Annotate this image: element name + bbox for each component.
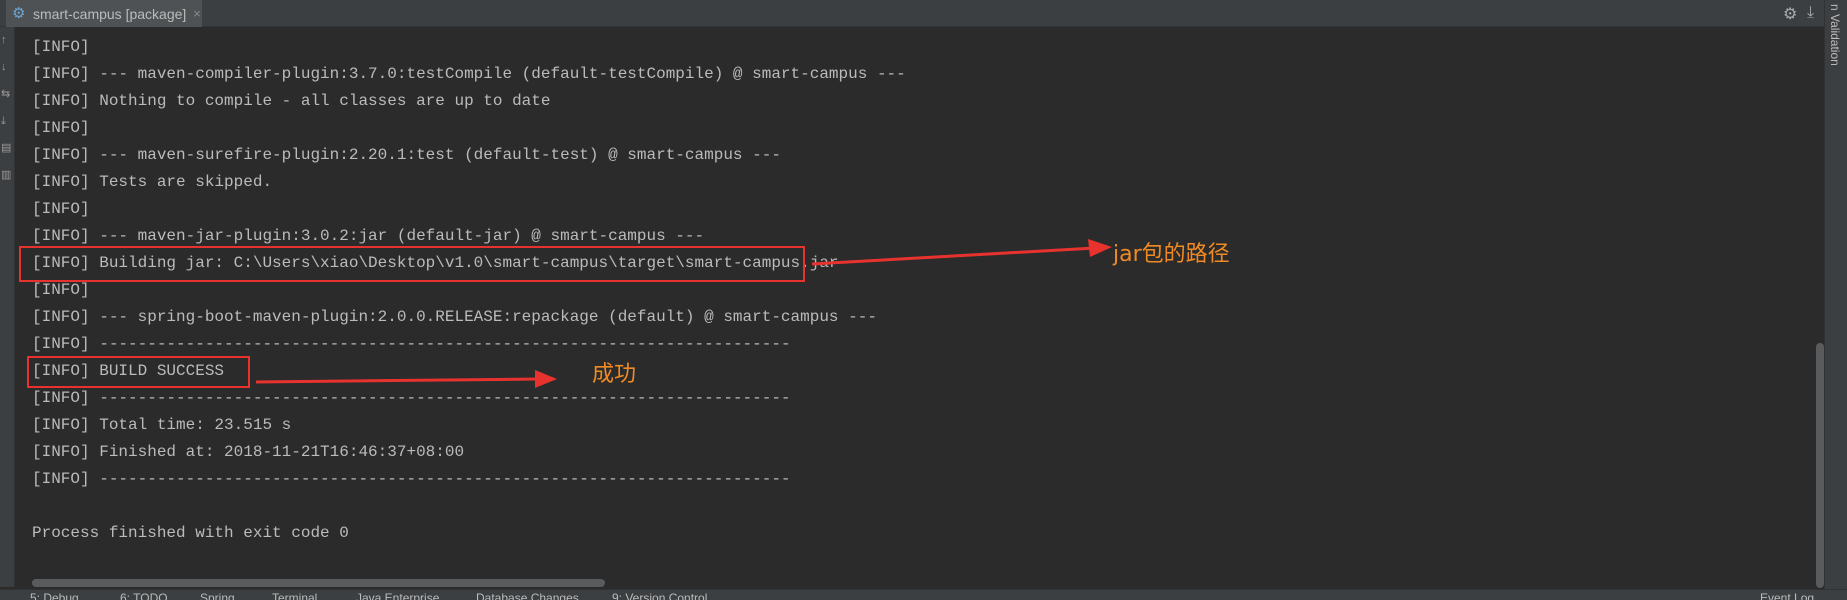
tab-smart-campus-package[interactable]: ⚙ smart-campus [package] ×: [6, 0, 202, 27]
tab-title: smart-campus [package]: [33, 5, 187, 22]
wrap-icon[interactable]: ⇆: [1, 89, 12, 100]
build-success-highlight: [27, 356, 250, 388]
status-bar: 5: Debug 6: TODO Spring Terminal Java Enterp…: [0, 589, 1847, 600]
console-line: [INFO]: [32, 200, 90, 218]
console-line: [INFO] ---------------------------------…: [32, 470, 791, 488]
console-line: [INFO] --- spring-boot-maven-plugin:2.0.…: [32, 308, 877, 326]
console-line: [INFO] Tests are skipped.: [32, 173, 273, 191]
left-toolbar: ↑ ↓ ⇆ ⤓ ▤ ▥: [0, 27, 15, 587]
down-arrow-icon[interactable]: ↓: [1, 62, 12, 73]
jar-path-annotation: jar包的路径: [1113, 242, 1230, 267]
jar-path-highlight: [19, 246, 805, 282]
scroll-to-end-icon[interactable]: ⤓: [1, 116, 12, 127]
console-line: [INFO] ---------------------------------…: [32, 335, 791, 353]
console-line: [INFO]: [32, 38, 90, 56]
success-annotation: 成功: [592, 362, 637, 387]
hide-icon[interactable]: ⤓: [1807, 4, 1814, 22]
vertical-scrollbar[interactable]: [1816, 343, 1824, 588]
console-output: [INFO] [INFO] --- maven-compiler-plugin:3…: [32, 34, 906, 547]
console-line: [INFO] Nothing to compile - all classes …: [32, 92, 551, 110]
tool-window-tabbar: ⚙ smart-campus [package] × ⚙ ⤓: [0, 0, 1847, 27]
horizontal-scrollbar[interactable]: [32, 579, 605, 587]
console-line: [INFO] --- maven-compiler-plugin:3.7.0:t…: [32, 65, 906, 83]
console-line: [INFO] --- maven-surefire-plugin:2.20.1:…: [32, 146, 781, 164]
gear-icon: ⚙: [12, 4, 26, 22]
console-line: [INFO] Finished at: 2018-11-21T16:46:37+…: [32, 443, 465, 461]
settings-icon[interactable]: ⚙: [1783, 4, 1797, 24]
up-arrow-icon[interactable]: ↑: [1, 35, 12, 46]
trash-icon[interactable]: ▥: [1, 170, 12, 181]
console-line: [INFO] ---------------------------------…: [32, 389, 791, 407]
close-icon[interactable]: ×: [193, 6, 201, 21]
validation-tool-label[interactable]: n Validation: [1828, 4, 1842, 66]
print-icon[interactable]: ▤: [1, 143, 12, 154]
console-line: [INFO]: [32, 119, 90, 137]
right-tool-strip: n Validation: [1824, 0, 1847, 599]
console-line: [INFO] Total time: 23.515 s: [32, 416, 292, 434]
console-line: Process finished with exit code 0: [32, 524, 349, 542]
